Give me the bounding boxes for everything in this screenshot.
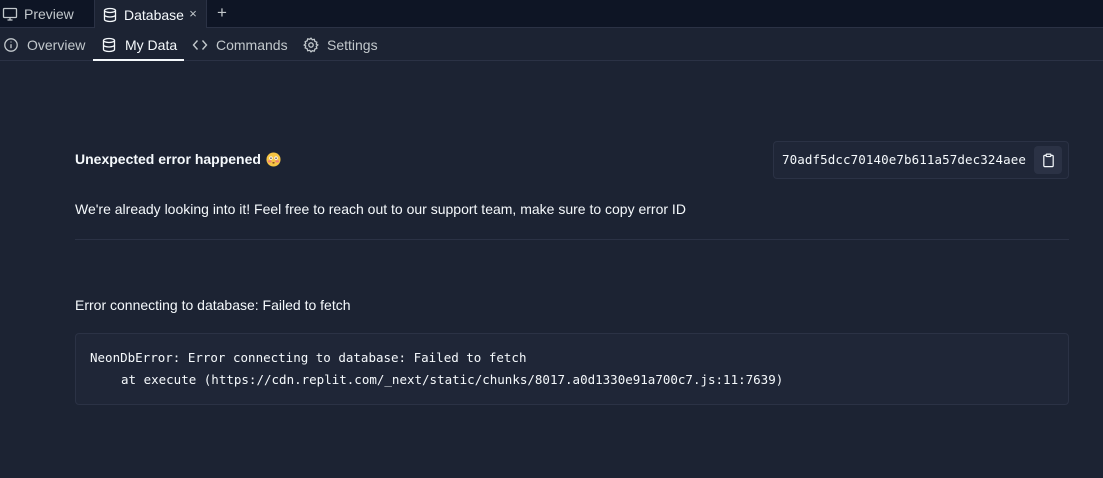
error-title-text: Unexpected error happened bbox=[75, 151, 261, 167]
database-icon bbox=[101, 37, 117, 53]
tab-preview-label: Preview bbox=[24, 6, 74, 22]
stack-trace-box: NeonDbError: Error connecting to databas… bbox=[75, 333, 1069, 405]
database-icon bbox=[102, 7, 118, 23]
stack-trace-line: NeonDbError: Error connecting to databas… bbox=[90, 350, 527, 365]
tab-preview[interactable]: Preview bbox=[0, 0, 94, 28]
close-icon[interactable]: × bbox=[186, 6, 200, 20]
subtab-overview-label: Overview bbox=[27, 36, 86, 53]
error-id-box: 70adf5dcc70140e7b611a57dec324aee bbox=[773, 141, 1069, 179]
subtab-settings[interactable]: Settings bbox=[303, 29, 378, 60]
divider bbox=[75, 239, 1069, 240]
clipboard-icon bbox=[1042, 153, 1054, 167]
flushed-face-emoji-icon bbox=[266, 151, 281, 167]
subtab-my-data[interactable]: My Data bbox=[93, 29, 184, 61]
error-title: Unexpected error happened bbox=[75, 151, 281, 167]
subtab-my-data-label: My Data bbox=[125, 36, 178, 53]
stack-trace-line: at execute (https://cdn.replit.com/_next… bbox=[121, 372, 784, 387]
subtab-commands-label: Commands bbox=[216, 36, 288, 53]
gear-icon bbox=[303, 36, 319, 53]
tab-database-label: Database bbox=[124, 6, 184, 23]
copy-error-id-button[interactable] bbox=[1034, 146, 1062, 174]
add-tab-button[interactable]: + bbox=[214, 4, 230, 22]
subtab-overview[interactable]: Overview bbox=[3, 29, 85, 60]
tab-bar: Preview Database × + bbox=[0, 0, 1103, 29]
subtab-commands[interactable]: Commands bbox=[192, 29, 288, 60]
info-icon bbox=[3, 37, 19, 53]
database-subnav: Overview My Data Commands Settings bbox=[0, 29, 1103, 61]
monitor-icon bbox=[2, 6, 18, 22]
error-id[interactable]: 70adf5dcc70140e7b611a57dec324aee bbox=[782, 152, 1026, 167]
code-icon bbox=[192, 37, 208, 53]
error-message: Error connecting to database: Failed to … bbox=[75, 297, 351, 313]
tab-database[interactable]: Database × bbox=[95, 0, 206, 29]
subtab-settings-label: Settings bbox=[327, 36, 378, 53]
tab-divider bbox=[206, 0, 207, 28]
error-description: We're already looking into it! Feel free… bbox=[75, 201, 686, 217]
